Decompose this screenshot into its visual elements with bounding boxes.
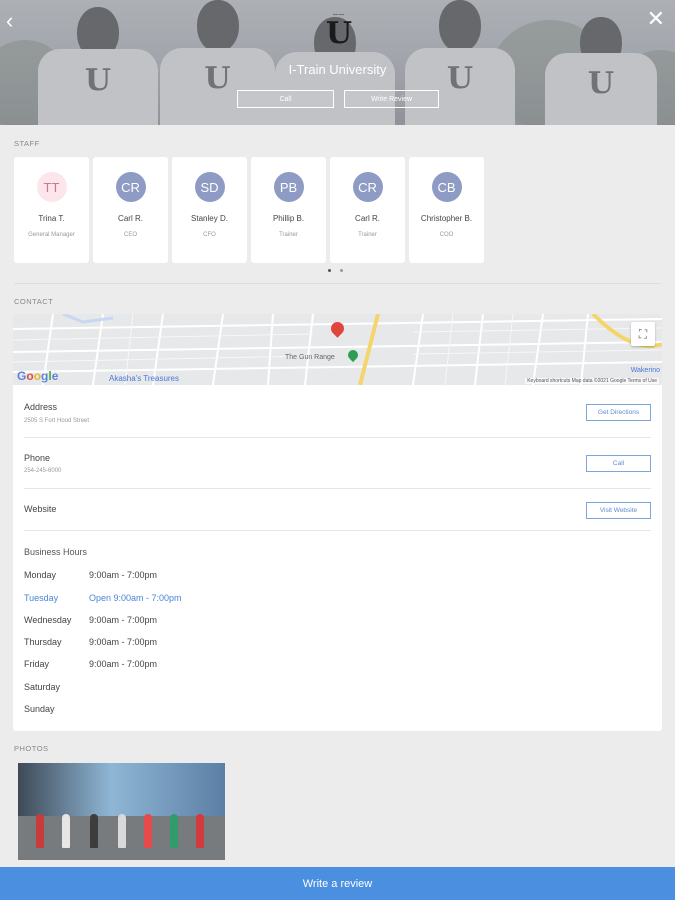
contact-section-label: CONTACT [14, 297, 54, 306]
map-treasure-label: Akasha's Treasures [109, 374, 180, 383]
gym-photo[interactable] [18, 763, 225, 860]
hours-day: Sunday [24, 704, 55, 714]
business-logo: ── U [322, 12, 356, 50]
map-attribution[interactable]: Keyboard shortcuts Map data ©2021 Google… [525, 378, 659, 384]
hero-banner: U U U U ‹ ✕ ── U I-Train University Call… [0, 0, 675, 125]
staff-card[interactable]: TT Trina T. General Manager [14, 157, 89, 263]
phone-value[interactable]: 254-245-6000 [24, 468, 61, 474]
business-name: I-Train University [288, 62, 387, 77]
carousel-dot[interactable] [328, 269, 331, 272]
avatar: SD [194, 172, 225, 202]
hours-day: Thursday [24, 637, 62, 647]
staff-name: Phillip B. [272, 214, 305, 223]
hours-time: 9:00am - 7:00pm [89, 659, 158, 669]
staff-name: Trina T. [38, 214, 65, 223]
website-row: Website Visit Website [24, 489, 651, 531]
hours-row: Monday 9:00am - 7:00pm [24, 570, 157, 580]
logo-letter: U [325, 16, 353, 51]
write-review-button[interactable]: Write a review [0, 867, 675, 900]
avatar: CR [115, 172, 146, 202]
hours-day: Friday [24, 659, 50, 669]
staff-card[interactable]: CR Carl R. Trainer [330, 157, 405, 263]
staff-card[interactable]: CR Carl R. CEO [93, 157, 168, 263]
fullscreen-icon[interactable]: ⛶ [631, 322, 655, 346]
staff-role: CFO [203, 232, 216, 238]
staff-role: CEO [123, 232, 137, 238]
address-row: Address 2505 S Fort Hood Street Get Dire… [24, 385, 651, 438]
photos-section-label: PHOTOS [14, 744, 49, 753]
hours-row: Wednesday 9:00am - 7:00pm [24, 615, 157, 625]
staff-card[interactable]: CB Christopher B. COO [409, 157, 484, 263]
staff-list: TT Trina T. General Manager CR Carl R. C… [14, 157, 484, 263]
hours-day: Tuesday [24, 593, 59, 603]
hours-day: Wednesday [24, 615, 72, 625]
avatar: CB [431, 172, 462, 202]
avatar: TT [36, 172, 67, 202]
map[interactable]: The Gun Range Google Akasha's Treasures … [13, 314, 662, 385]
divider [14, 283, 661, 284]
staff-role: Trainer [279, 232, 298, 238]
hours-time: 9:00am - 7:00pm [89, 637, 158, 647]
hours-day: Saturday [24, 682, 61, 692]
contact-card: The Gun Range Google Akasha's Treasures … [13, 314, 662, 731]
staff-section-label: STAFF [14, 139, 40, 148]
staff-name: Carl R. [118, 214, 143, 223]
hours-row: Saturday [24, 682, 89, 692]
avatar: PB [273, 172, 304, 202]
staff-name: Christopher B. [420, 214, 473, 223]
phone-label: Phone [24, 453, 51, 463]
avatar: CR [352, 172, 383, 202]
carousel-dot[interactable] [340, 269, 343, 272]
hours-time: 9:00am - 7:00pm [89, 570, 158, 580]
hours-time: 9:00am - 7:00pm [89, 615, 158, 625]
website-label: Website [24, 504, 57, 514]
staff-card[interactable]: PB Phillip B. Trainer [251, 157, 326, 263]
call-button[interactable]: Call [586, 455, 651, 472]
staff-role: COO [439, 232, 454, 238]
hours-row-today: Tuesday Open 9:00am - 7:00pm [24, 593, 182, 603]
close-icon[interactable]: ✕ [647, 6, 665, 32]
staff-role: General Manager [28, 232, 75, 238]
hero-call-button[interactable]: Call [237, 90, 334, 108]
hours-row: Friday 9:00am - 7:00pm [24, 659, 157, 669]
hours-row: Thursday 9:00am - 7:00pm [24, 637, 157, 647]
google-logo: Google [17, 369, 59, 383]
map-wakerino-label: Wakerino [630, 367, 660, 374]
staff-role: Trainer [358, 232, 377, 238]
hours-row: Sunday [24, 704, 89, 714]
hero-write-review-button[interactable]: Write Review [344, 90, 439, 108]
business-hours-title: Business Hours [24, 547, 88, 557]
get-directions-button[interactable]: Get Directions [586, 404, 651, 421]
map-place-label: The Gun Range [285, 354, 335, 361]
carousel-dots[interactable] [328, 269, 343, 272]
hours-day: Monday [24, 570, 57, 580]
staff-name: Carl R. [355, 214, 380, 223]
hours-time: Open 9:00am - 7:00pm [89, 593, 182, 603]
phone-row: Phone 254-245-6000 Call [24, 438, 651, 489]
address-value: 2505 S Fort Hood Street [24, 418, 90, 424]
back-icon[interactable]: ‹ [6, 8, 13, 34]
visit-website-button[interactable]: Visit Website [586, 502, 651, 519]
address-label: Address [24, 402, 58, 412]
staff-name: Stanley D. [191, 214, 228, 223]
staff-card[interactable]: SD Stanley D. CFO [172, 157, 247, 263]
